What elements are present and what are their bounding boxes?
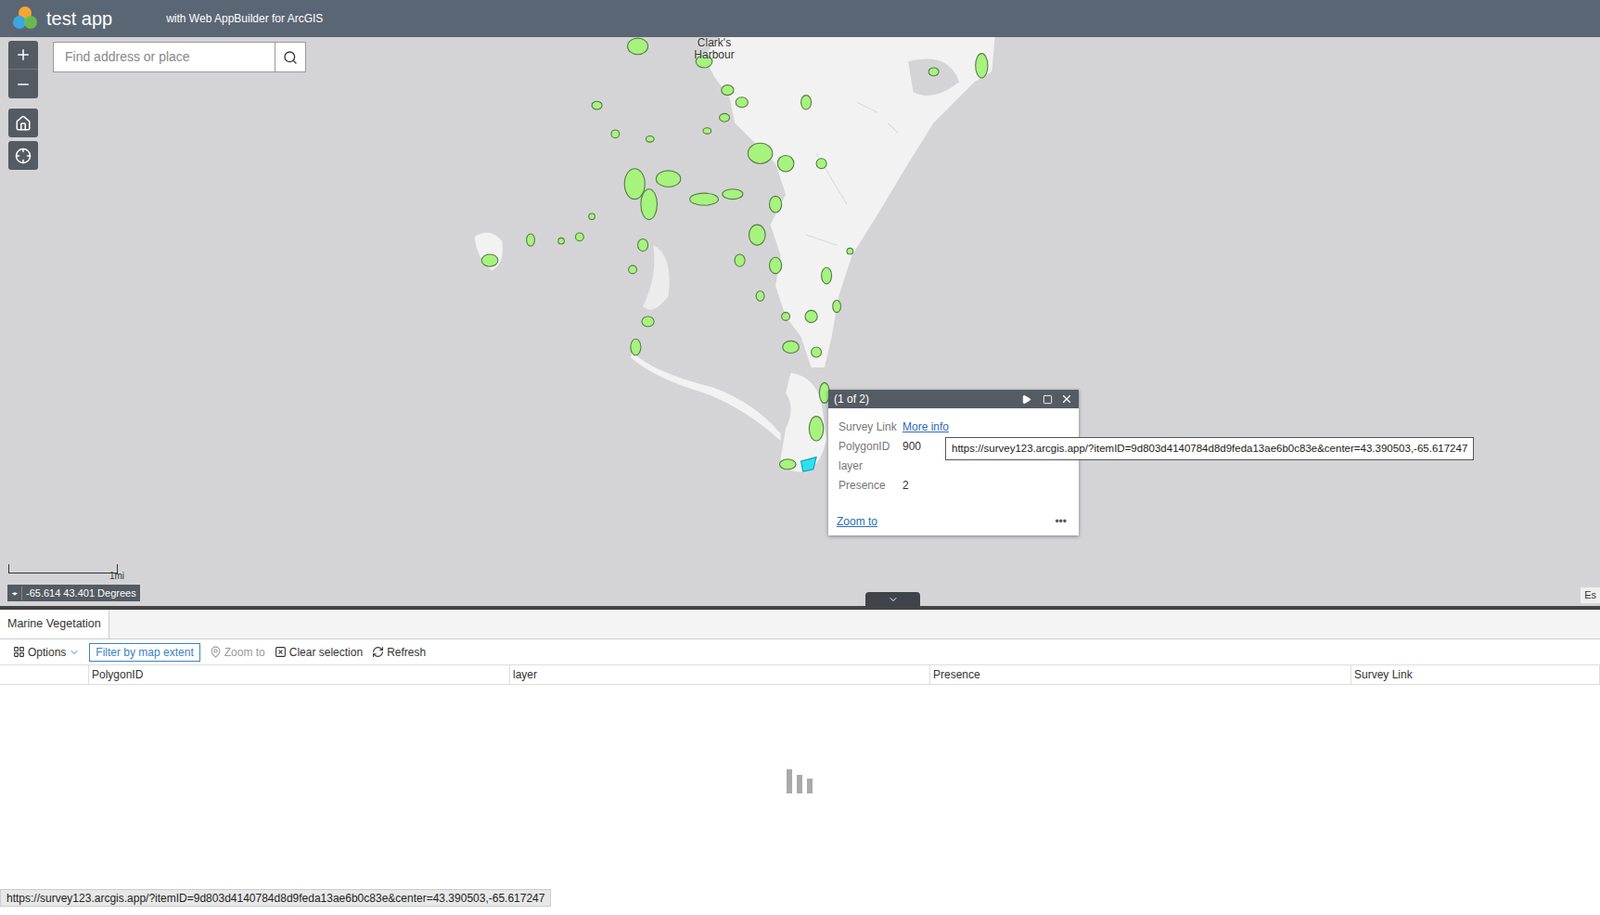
toolbar-button[interactable]: Refresh [371, 643, 426, 661]
field-label: PolygonID [838, 437, 903, 455]
refresh-icon [371, 645, 384, 658]
table-tab[interactable]: Marine Vegetation [0, 609, 110, 639]
logo-icon [11, 4, 39, 33]
search-box: Find address or place [52, 41, 307, 73]
app: test app with Web AppBuilder for ArcGIS Cl… [0, 0, 1600, 915]
close-icon[interactable] [1060, 392, 1074, 406]
popup-counter: (1 of 2) [833, 390, 1022, 408]
field-value: 2 [902, 476, 909, 494]
map-canvas[interactable] [0, 37, 1600, 606]
table-header: PolygonIDlayerPresenceSurvey Link [0, 664, 1600, 685]
search-icon [282, 50, 298, 65]
field-label: layer [838, 457, 903, 474]
place-label: Clark's Harbour [691, 37, 738, 62]
zoom-in-button[interactable] [8, 40, 39, 70]
attribution: Es [1580, 587, 1600, 603]
toolbar-button: Zoom to [209, 643, 266, 661]
zoom-control [8, 40, 39, 99]
chevron-down-icon [887, 593, 899, 605]
next-icon[interactable] [1021, 394, 1032, 405]
search-input[interactable]: Find address or place [53, 42, 275, 72]
toolbar-button[interactable]: Clear selection [274, 643, 363, 661]
field-label: Survey Link [838, 418, 903, 436]
table-toolbar: Options Filter by map extent Zoom to Clear … [0, 639, 1600, 665]
popup-field: Survey LinkMore info [838, 416, 1069, 436]
toolbar-button[interactable]: Options [12, 643, 80, 661]
grid-icon [12, 645, 26, 658]
plus-icon [14, 46, 32, 64]
map[interactable]: Clark's Harbour Find address or place 1mi ⌖… [0, 37, 1600, 606]
scale-label: 1mi [109, 571, 127, 581]
field-link[interactable]: More info [902, 418, 949, 436]
table-tabs: Marine Vegetation [0, 609, 1600, 640]
app-subtitle: with Web AppBuilder for ArcGIS [166, 10, 323, 27]
attribute-table: Marine Vegetation Options Filter by map ex… [0, 609, 1600, 915]
status-bar: https://survey123.arcgis.app/?itemID=9d8… [0, 888, 551, 907]
column-header[interactable]: Survey Link [1351, 665, 1600, 684]
toolbar-button[interactable]: Filter by map extent [89, 642, 200, 662]
home-icon [14, 115, 32, 132]
selected-polygon-icon[interactable] [801, 457, 818, 472]
pin-icon [209, 645, 222, 658]
link-tooltip: https://survey123.arcgis.app/?itemID=9d8… [945, 436, 1474, 461]
field-label: Presence [838, 476, 903, 494]
field-value: 900 [902, 437, 922, 455]
more-actions-button[interactable]: ••• [1054, 512, 1071, 530]
zoom-out-button[interactable] [8, 69, 39, 99]
coordinate-display: ⌖-65.614 43.401 Degrees [7, 584, 141, 602]
locate-button[interactable] [8, 140, 39, 170]
popup: (1 of 2) Survey LinkMore infoPolygonID900… [828, 389, 1079, 536]
table-body [0, 684, 1600, 915]
column-header[interactable]: PolygonID [89, 665, 511, 684]
home-button[interactable] [8, 108, 39, 138]
clear-icon [274, 645, 287, 658]
panel-collapse-handle[interactable] [865, 591, 921, 606]
zoom-to-link[interactable]: Zoom to [836, 512, 878, 530]
popup-footer: Zoom to ••• [828, 494, 1079, 536]
search-button[interactable] [274, 42, 306, 72]
scale-bar: 1mi [8, 563, 118, 574]
popup-field: Presence2 [838, 474, 1069, 495]
minus-icon [14, 76, 32, 93]
locate-icon [14, 147, 32, 165]
land-icon [704, 37, 996, 368]
coordinate-text: -65.614 43.401 Degrees [22, 585, 137, 602]
maximize-icon[interactable] [1042, 394, 1053, 405]
caret-icon [68, 646, 80, 658]
select-column [0, 665, 90, 684]
coordinate-toggle-icon[interactable]: ⌖ [7, 586, 23, 601]
popup-header: (1 of 2) [828, 389, 1079, 409]
loading-icon [786, 768, 815, 794]
header: test app with Web AppBuilder for ArcGIS [0, 0, 1600, 38]
app-title: test app [46, 4, 113, 33]
column-header[interactable]: Presence [930, 665, 1352, 684]
column-header[interactable]: layer [510, 665, 931, 684]
